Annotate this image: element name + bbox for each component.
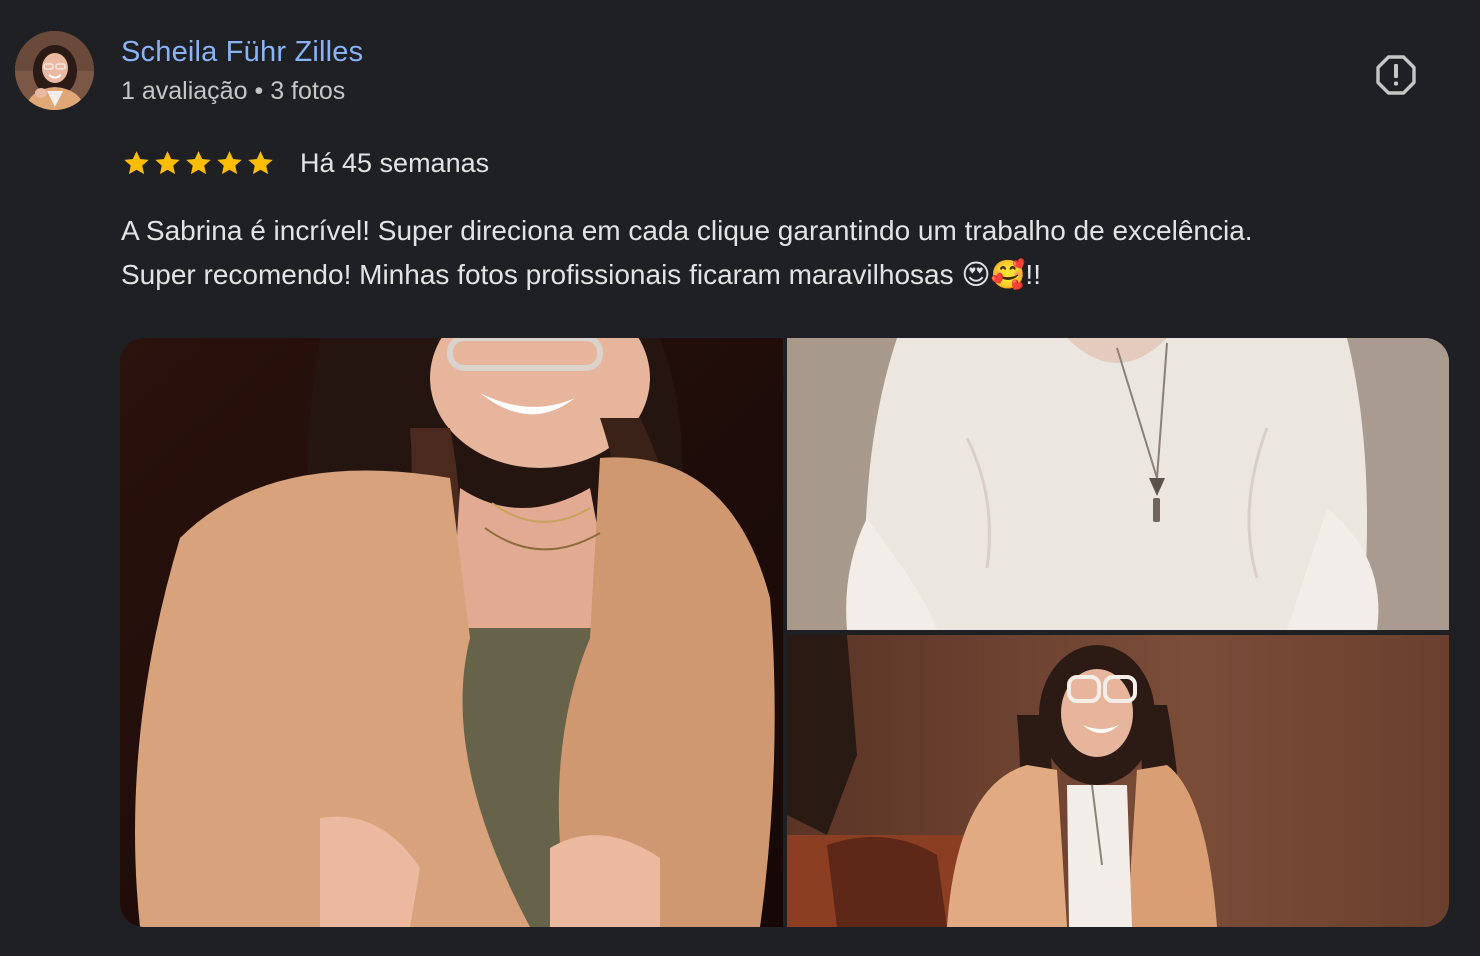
review-photo-2[interactable] <box>787 338 1449 630</box>
review-photo-1[interactable] <box>120 338 783 927</box>
review-text-line-2: Super recomendo! Minhas fotos profission… <box>121 259 1041 290</box>
author-photo-count: 3 fotos <box>270 77 346 105</box>
star-rating <box>121 148 276 178</box>
star-icon <box>124 151 149 175</box>
report-review-button[interactable] <box>1372 51 1420 99</box>
star-icon <box>186 151 211 175</box>
review-photo-3[interactable] <box>787 635 1449 927</box>
meta-separator: • <box>254 77 264 105</box>
avatar-image <box>15 31 94 110</box>
review-card: Scheila Führ Zilles 1 avaliação • 3 fotos … <box>0 0 1480 956</box>
star-icon <box>155 151 180 175</box>
author-name[interactable]: Scheila Führ Zilles <box>121 34 363 70</box>
photo-woman-sofa-glasses <box>787 635 1449 927</box>
review-text-line-1: A Sabrina é incrível! Super direciona em… <box>121 215 1253 246</box>
report-flag-icon <box>1376 55 1416 95</box>
photo-woman-blazer-smiling <box>120 338 783 927</box>
star-icon <box>217 151 242 175</box>
review-text: A Sabrina é incrível! Super direciona em… <box>121 209 1441 297</box>
author-avatar[interactable] <box>15 31 94 110</box>
rating-row: Há 45 semanas <box>121 145 489 181</box>
author-review-count: 1 avaliação <box>121 77 248 105</box>
star-icon <box>248 151 273 175</box>
photo-white-blouse-necklace <box>787 338 1449 630</box>
review-date: Há 45 semanas <box>300 147 490 178</box>
author-meta: 1 avaliação • 3 fotos <box>121 75 345 107</box>
review-photos <box>120 338 1449 927</box>
